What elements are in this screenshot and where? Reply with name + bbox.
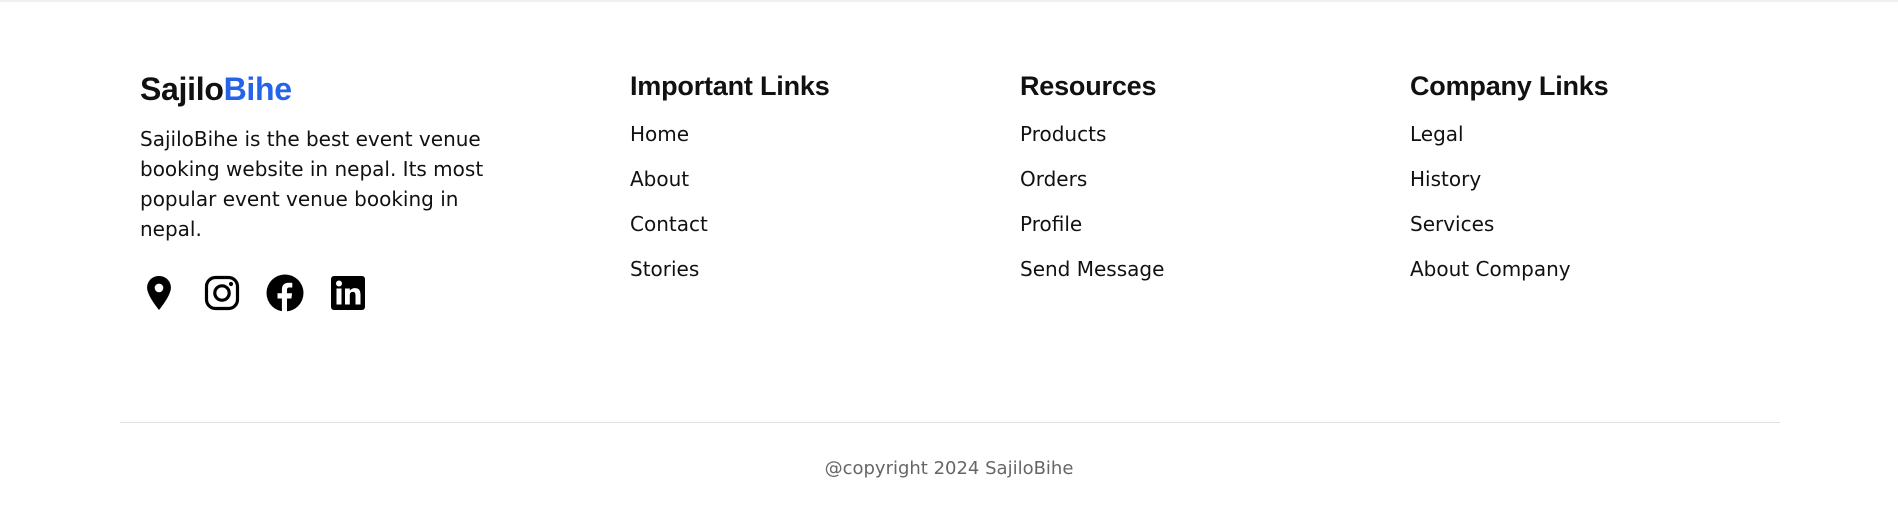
resources-list: Products Orders Profile Send Message <box>1020 122 1164 282</box>
footer-link-profile[interactable]: Profile <box>1020 212 1164 237</box>
footer-link-about[interactable]: About <box>630 167 830 192</box>
important-links-column: Important Links Home About Contact Stori… <box>630 68 830 302</box>
company-links-list: Legal History Services About Company <box>1410 122 1608 282</box>
social-links <box>140 274 520 312</box>
brand-logo[interactable]: SajiloBihe <box>140 68 520 110</box>
footer-link-legal[interactable]: Legal <box>1410 122 1608 147</box>
important-links-list: Home About Contact Stories <box>630 122 830 282</box>
resources-column: Resources Products Orders Profile Send M… <box>1020 68 1164 302</box>
footer-link-about-company[interactable]: About Company <box>1410 257 1608 282</box>
instagram-icon[interactable] <box>203 274 241 312</box>
footer-divider <box>120 422 1780 423</box>
footer-link-history[interactable]: History <box>1410 167 1608 192</box>
footer-link-home[interactable]: Home <box>630 122 830 147</box>
brand-column: SajiloBihe SajiloBihe is the best event … <box>140 68 520 312</box>
footer-link-send-message[interactable]: Send Message <box>1020 257 1164 282</box>
linkedin-icon[interactable] <box>329 274 367 312</box>
company-links-column: Company Links Legal History Services Abo… <box>1410 68 1609 302</box>
footer-link-orders[interactable]: Orders <box>1020 167 1164 192</box>
brand-name-part2: Bihe <box>223 71 292 107</box>
footer-link-stories[interactable]: Stories <box>630 257 830 282</box>
resources-heading: Resources <box>1020 71 1157 101</box>
company-links-heading: Company Links <box>1410 71 1609 101</box>
brand-name-part1: Sajilo <box>140 71 224 107</box>
site-footer: SajiloBihe SajiloBihe is the best event … <box>0 0 1898 507</box>
facebook-icon[interactable] <box>266 274 304 312</box>
footer-link-contact[interactable]: Contact <box>630 212 830 237</box>
footer-link-products[interactable]: Products <box>1020 122 1164 147</box>
brand-description: SajiloBihe is the best event venue booki… <box>140 127 484 241</box>
important-links-heading: Important Links <box>630 71 830 101</box>
location-pin-icon[interactable] <box>140 274 178 312</box>
copyright-text: @copyright 2024 SajiloBihe <box>824 458 1074 479</box>
footer-link-services[interactable]: Services <box>1410 212 1608 237</box>
